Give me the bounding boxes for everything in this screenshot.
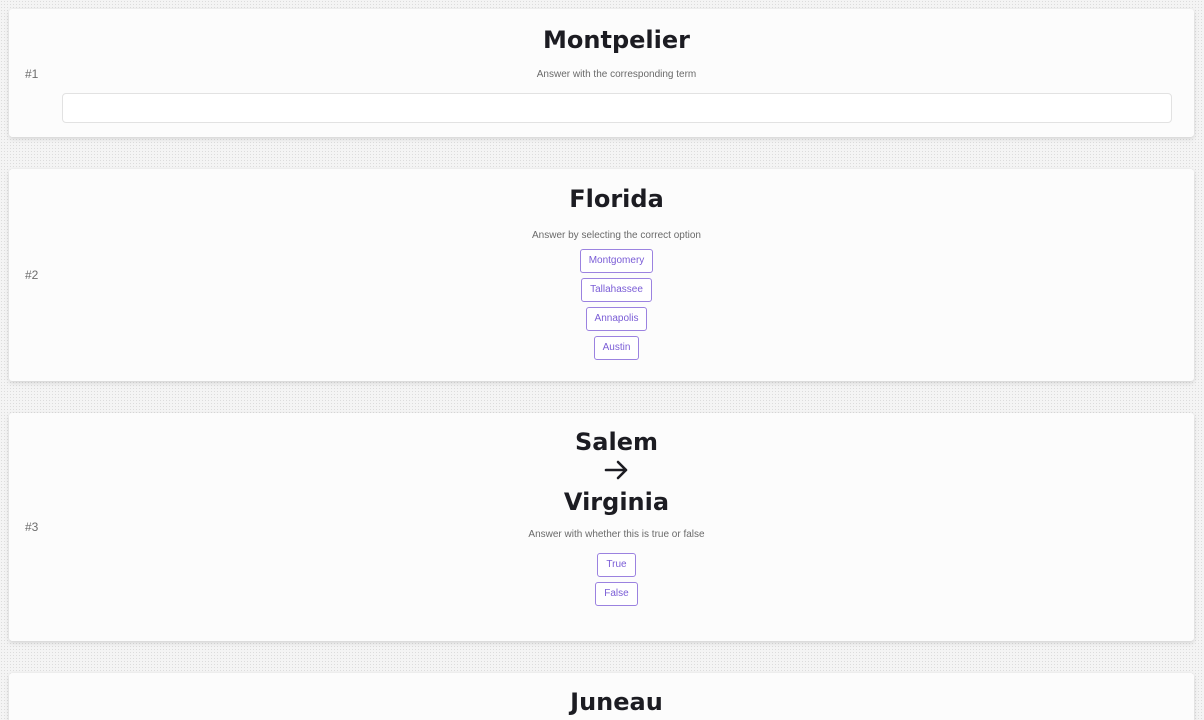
- option-true[interactable]: True: [597, 553, 636, 577]
- option-austin[interactable]: Austin: [593, 336, 640, 360]
- question-card-3: #3 Salem Virginia Answer with whether th…: [9, 413, 1194, 641]
- question-number: #2: [25, 268, 39, 282]
- options-list: True False: [61, 553, 1172, 606]
- question-content: Juneau: [61, 687, 1172, 717]
- option-tallahassee[interactable]: Tallahassee: [581, 278, 652, 302]
- question-instruction: Answer with whether this is true or fals…: [528, 529, 705, 540]
- question-content: Salem Virginia Answer with whether this …: [61, 427, 1172, 606]
- question-term: Florida: [569, 185, 664, 213]
- question-instruction: Answer with the corresponding term: [536, 69, 697, 80]
- question-term: Montpelier: [543, 26, 690, 54]
- arrow-right-icon: [604, 460, 627, 480]
- question-instruction: Answer by selecting the correct option: [532, 230, 701, 241]
- option-annapolis[interactable]: Annapolis: [585, 307, 648, 331]
- question-content: Florida Answer by selecting the correct …: [61, 184, 1172, 360]
- question-content: Montpelier Answer with the corresponding…: [61, 25, 1172, 123]
- answer-input[interactable]: [61, 93, 1172, 123]
- question-term-from: Salem: [575, 428, 658, 456]
- question-card-1: #1 Montpelier Answer with the correspond…: [9, 9, 1194, 137]
- question-card-2: #2 Florida Answer by selecting the corre…: [9, 169, 1194, 381]
- options-list: Montgomery Tallahassee Annapolis Austin: [61, 249, 1172, 360]
- question-term-to: Virginia: [563, 488, 670, 516]
- question-card-4: Juneau: [9, 673, 1194, 720]
- question-number: #3: [25, 520, 39, 534]
- question-term: Juneau: [570, 688, 663, 716]
- question-number: #1: [25, 67, 39, 81]
- option-false[interactable]: False: [595, 582, 638, 606]
- option-montgomery[interactable]: Montgomery: [579, 249, 654, 273]
